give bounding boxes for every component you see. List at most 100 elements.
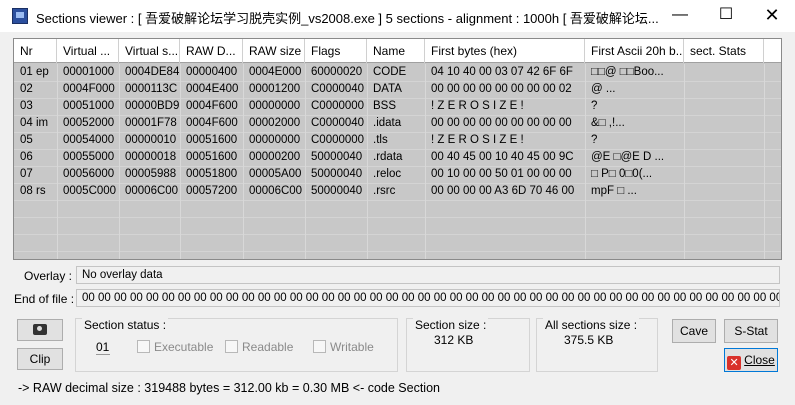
cell-flags: 50000040 [311, 185, 363, 197]
cell-sect-stats [684, 149, 764, 166]
s-stat-button[interactable]: S-Stat [724, 319, 778, 343]
cell-virtual-size: 00001F78 [125, 117, 177, 129]
cell-raw-size: 0004E000 [249, 66, 302, 78]
writable-checkbox[interactable]: Writable [313, 340, 374, 354]
executable-checkbox[interactable]: Executable [137, 340, 213, 354]
cell-sect-stats [684, 166, 764, 183]
cell-flags: 50000040 [311, 151, 363, 163]
column-header[interactable]: Virtual ... [57, 39, 119, 63]
snapshot-button[interactable] [17, 319, 63, 341]
cell-sect-stats [684, 81, 764, 98]
end-of-file-field[interactable]: 00 00 00 00 00 00 00 00 00 00 00 00 00 0… [76, 289, 780, 307]
column-header[interactable]: Flags [305, 39, 367, 63]
cell-virtual-offset: 00052000 [63, 117, 115, 129]
cell-virtual-offset: 00055000 [63, 151, 115, 163]
cell-raw-size: 00002000 [249, 117, 301, 129]
column-header[interactable]: RAW size [243, 39, 305, 63]
table-row[interactable]: 06 00055000 00000018 00051600 00000200 5… [14, 149, 781, 166]
cell-raw-offset: 0004E400 [186, 83, 239, 95]
cell-name: .tls [373, 134, 388, 146]
readable-label: Readable [242, 340, 294, 354]
clip-button[interactable]: Clip [17, 348, 63, 370]
cell-raw-offset: 0004F600 [186, 100, 238, 112]
title-bar[interactable]: Sections viewer : [ 吾爱破解论坛学习脱壳实例_vs2008.… [0, 0, 795, 32]
column-header[interactable]: Virtual s... [119, 39, 180, 63]
cell-virtual-size: 0000113C [125, 83, 178, 95]
cell-sect-stats [684, 98, 764, 115]
cell-virtual-size: 0004DE84 [125, 66, 180, 78]
close-button[interactable]: ✕ Close [724, 348, 778, 372]
column-header[interactable]: First bytes (hex) [425, 39, 585, 63]
table-row[interactable]: 08 rs 0005C000 00006C00 00057200 00006C0… [14, 183, 781, 200]
cell-raw-offset: 00057200 [186, 185, 238, 197]
cell-first-ascii: □□@ □□Boo... [591, 66, 664, 78]
column-header[interactable]: Nr [14, 39, 57, 63]
cell-raw-offset: 00000400 [186, 66, 238, 78]
section-number[interactable]: 01 [96, 340, 110, 355]
cell-first-ascii: &□ ,!... [591, 117, 625, 129]
cell-nr: 07 [20, 168, 33, 180]
cell-first-bytes: 00 00 00 00 A3 6D 70 46 00 [431, 185, 575, 197]
table-row[interactable]: 03 00051000 00000BD9 0004F600 00000000 C… [14, 98, 781, 115]
cell-virtual-size: 00005988 [125, 168, 177, 180]
column-header[interactable]: Name [367, 39, 425, 63]
readable-checkbox[interactable]: Readable [225, 340, 293, 354]
cell-virtual-size: 00000010 [125, 134, 177, 146]
executable-label: Executable [154, 340, 214, 354]
column-header[interactable]: First Ascii 20h b... [585, 39, 684, 63]
cell-first-ascii: @ ... [591, 83, 616, 95]
cell-first-ascii: ? [591, 100, 598, 112]
minimize-button[interactable]: — [657, 0, 703, 32]
overlay-label: Overlay : [24, 269, 73, 283]
cell-raw-offset: 00051800 [186, 168, 238, 180]
table-header: Nr Virtual ... Virtual s... RAW D... RAW… [14, 39, 781, 63]
sections-table[interactable]: Nr Virtual ... Virtual s... RAW D... RAW… [13, 38, 782, 260]
camera-icon [33, 324, 47, 335]
app-icon [12, 8, 28, 24]
cell-name: .rdata [373, 151, 403, 163]
cave-button[interactable]: Cave [672, 319, 716, 343]
cell-first-ascii: mpF □ ... [591, 185, 637, 197]
cell-first-bytes: 04 10 40 00 03 07 42 6F 6F [431, 66, 573, 78]
column-header[interactable]: RAW D... [180, 39, 243, 63]
maximize-button[interactable]: ☐ [703, 0, 749, 32]
table-body: 01 ep 00001000 0004DE84 00000400 0004E00… [14, 64, 781, 200]
cell-nr: 06 [20, 151, 33, 163]
cell-raw-size: 00005A00 [249, 168, 302, 180]
all-sections-size-title: All sections size : [543, 318, 640, 332]
cell-name: .idata [373, 117, 402, 129]
cell-nr: 05 [20, 134, 33, 146]
table-row[interactable]: 04 im 00052000 00001F78 0004F600 0000200… [14, 115, 781, 132]
overlay-field[interactable]: No overlay data [76, 266, 780, 284]
cell-flags: C0000000 [311, 134, 365, 146]
section-size-value: 312 KB [434, 333, 474, 347]
cell-first-bytes: 00 00 00 00 00 00 00 00 00 [431, 117, 572, 129]
table-row[interactable]: 02 0004F000 0000113C 0004E400 00001200 C… [14, 81, 781, 98]
close-x-icon: ✕ [727, 356, 742, 370]
cell-name: .rsrc [373, 185, 396, 197]
cell-name: BSS [373, 100, 397, 112]
cell-flags: C0000040 [311, 117, 365, 129]
cell-virtual-size: 00006C00 [125, 185, 179, 197]
cell-raw-offset: 00051600 [186, 134, 238, 146]
cell-raw-size: 00000200 [249, 151, 301, 163]
cell-raw-size: 00000000 [249, 134, 301, 146]
table-row[interactable]: 07 00056000 00005988 00051800 00005A00 5… [14, 166, 781, 183]
window-title: Sections viewer : [ 吾爱破解论坛学习脱壳实例_vs2008.… [36, 11, 659, 26]
cell-name: DATA [373, 83, 402, 95]
cell-virtual-offset: 00054000 [63, 134, 115, 146]
cell-sect-stats [684, 183, 764, 200]
cell-first-bytes: ! Z E R O S I Z E ! [431, 134, 524, 146]
table-row[interactable]: 01 ep 00001000 0004DE84 00000400 0004E00… [14, 64, 781, 81]
status-line: -> RAW decimal size : 319488 bytes = 312… [18, 381, 440, 395]
cell-virtual-size: 00000BD9 [125, 100, 180, 112]
cell-raw-size: 00006C00 [249, 185, 303, 197]
cell-virtual-offset: 0005C000 [63, 185, 117, 197]
table-row[interactable]: 05 00054000 00000010 00051600 00000000 C… [14, 132, 781, 149]
column-header[interactable]: sect. Stats [684, 39, 764, 63]
end-of-file-label: End of file : [14, 292, 75, 306]
close-window-button[interactable]: ✕ [749, 0, 795, 32]
cell-flags: 50000040 [311, 168, 363, 180]
sections-viewer-window: Sections viewer : [ 吾爱破解论坛学习脱壳实例_vs2008.… [0, 0, 795, 405]
cell-name: .reloc [373, 168, 402, 180]
